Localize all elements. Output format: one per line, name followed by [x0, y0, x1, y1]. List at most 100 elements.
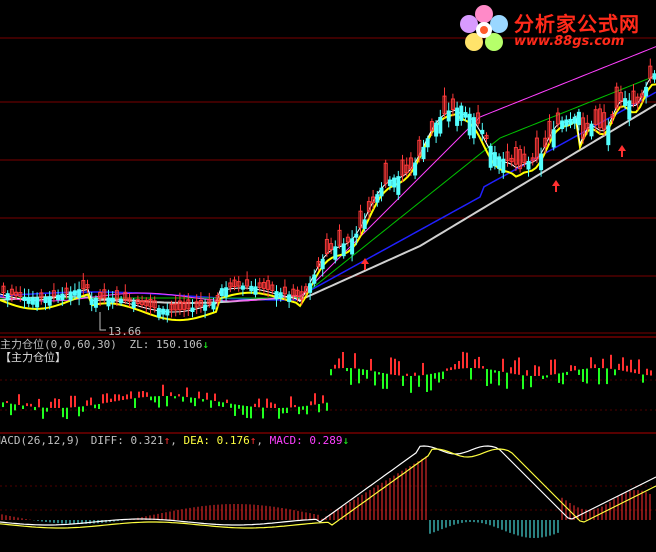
- zl-bar: [618, 363, 620, 371]
- macd-label: MACD:: [269, 434, 310, 447]
- zl-bar: [378, 372, 380, 375]
- zl-bar: [486, 369, 488, 387]
- zl-bar: [358, 368, 360, 384]
- zl-bar: [298, 406, 300, 415]
- zl-bar: [78, 406, 80, 417]
- zl-bar: [90, 397, 92, 406]
- site-logo[interactable]: 分析家公式网 www.88gs.com: [456, 2, 656, 58]
- zl-bar: [446, 368, 448, 371]
- zl-bar: [282, 407, 284, 414]
- zl-indicator-header[interactable]: 主力仓位(0,0,60,30) ZL: 150.106↓: [0, 338, 209, 351]
- zl-bar: [526, 370, 528, 376]
- candle: [425, 138, 430, 148]
- candle: [421, 146, 426, 160]
- zl-bar: [2, 402, 4, 408]
- zl-bar: [346, 368, 348, 372]
- zl-bar: [426, 374, 428, 392]
- zl-bar: [454, 364, 456, 370]
- zl-bar: [138, 391, 140, 398]
- zl-bar: [226, 399, 228, 404]
- macd-value: 0.289: [309, 434, 343, 447]
- zl-bar: [498, 371, 500, 386]
- candle: [560, 120, 565, 129]
- zl-bar: [614, 369, 616, 376]
- zl-bar: [634, 369, 636, 374]
- zl-bar: [74, 395, 76, 408]
- candle: [60, 293, 65, 301]
- buy-signal-arrow-icon: [618, 145, 626, 157]
- zl-bar: [534, 365, 536, 376]
- candle: [392, 177, 397, 188]
- zl-bar: [242, 405, 244, 415]
- candle: [72, 290, 77, 296]
- zl-bar: [490, 369, 492, 384]
- zl-bar: [202, 399, 204, 402]
- candle: [253, 286, 258, 295]
- zl-bar: [318, 403, 320, 413]
- zl-bar: [126, 394, 128, 400]
- zl-bar: [306, 405, 308, 415]
- candle: [471, 117, 476, 139]
- stock-chart-canvas[interactable]: [0, 0, 656, 552]
- candle: [308, 283, 313, 293]
- zl-bar: [538, 366, 540, 376]
- candle: [463, 112, 468, 118]
- candle: [22, 296, 27, 301]
- zl-bar: [470, 368, 472, 380]
- zl-bar: [274, 403, 276, 408]
- zl-bar: [506, 372, 508, 389]
- candle: [501, 158, 506, 173]
- candle: [56, 294, 61, 301]
- zl-bar: [118, 394, 120, 401]
- zl-bar: [586, 368, 588, 384]
- macd-arrow: ↓: [342, 434, 350, 447]
- candle: [387, 179, 392, 187]
- candle: [333, 246, 338, 260]
- zl-bar: [254, 403, 256, 407]
- zl-bar: [582, 369, 584, 382]
- zl-bar: [550, 359, 552, 375]
- zl-bar: [130, 391, 132, 399]
- zl-bar: [158, 396, 160, 408]
- zl-bar: [150, 396, 152, 401]
- candle: [576, 111, 581, 126]
- candle: [89, 298, 94, 305]
- candle: [274, 291, 279, 300]
- zl-bar: [98, 404, 100, 409]
- zl-bar: [522, 375, 524, 390]
- zl-bar: [154, 396, 156, 403]
- zl-bar: [450, 367, 452, 371]
- candle: [203, 304, 208, 311]
- zl-bar: [110, 398, 112, 402]
- zl-bar: [258, 398, 260, 408]
- zl-arrow: ↓: [202, 338, 209, 351]
- candle: [434, 122, 439, 137]
- zl-bar: [262, 407, 264, 419]
- candle: [446, 110, 451, 122]
- candle: [165, 309, 170, 316]
- zl-bar: [30, 403, 32, 407]
- diff-value: 0.321: [130, 434, 164, 447]
- dea-label: DEA:: [183, 434, 217, 447]
- dea-arrow: ↑: [249, 434, 257, 447]
- zl-bar: [410, 375, 412, 393]
- zl-indicator-params: (0,0,60,30): [44, 338, 117, 351]
- buy-signal-arrow-icon: [552, 180, 560, 192]
- zl-bar: [266, 398, 268, 408]
- zl-bar: [646, 368, 648, 376]
- zl-bar: [430, 373, 432, 391]
- candle: [341, 243, 346, 257]
- zl-bar: [162, 384, 164, 397]
- dea-value: 0.176: [216, 434, 250, 447]
- candle: [589, 123, 594, 137]
- candle: [375, 194, 380, 203]
- macd-indicator-header[interactable]: MACD(26,12,9) DIFF: 0.321↑, DEA: 0.176↑,…: [0, 434, 349, 447]
- zl-label: ZL:: [129, 338, 156, 351]
- zl-bar: [326, 402, 328, 411]
- zl-bar: [562, 372, 564, 385]
- candle: [287, 294, 292, 302]
- zl-bar: [146, 392, 148, 397]
- candle: [480, 129, 485, 135]
- zl-bar: [630, 359, 632, 373]
- zl-bar: [46, 407, 48, 412]
